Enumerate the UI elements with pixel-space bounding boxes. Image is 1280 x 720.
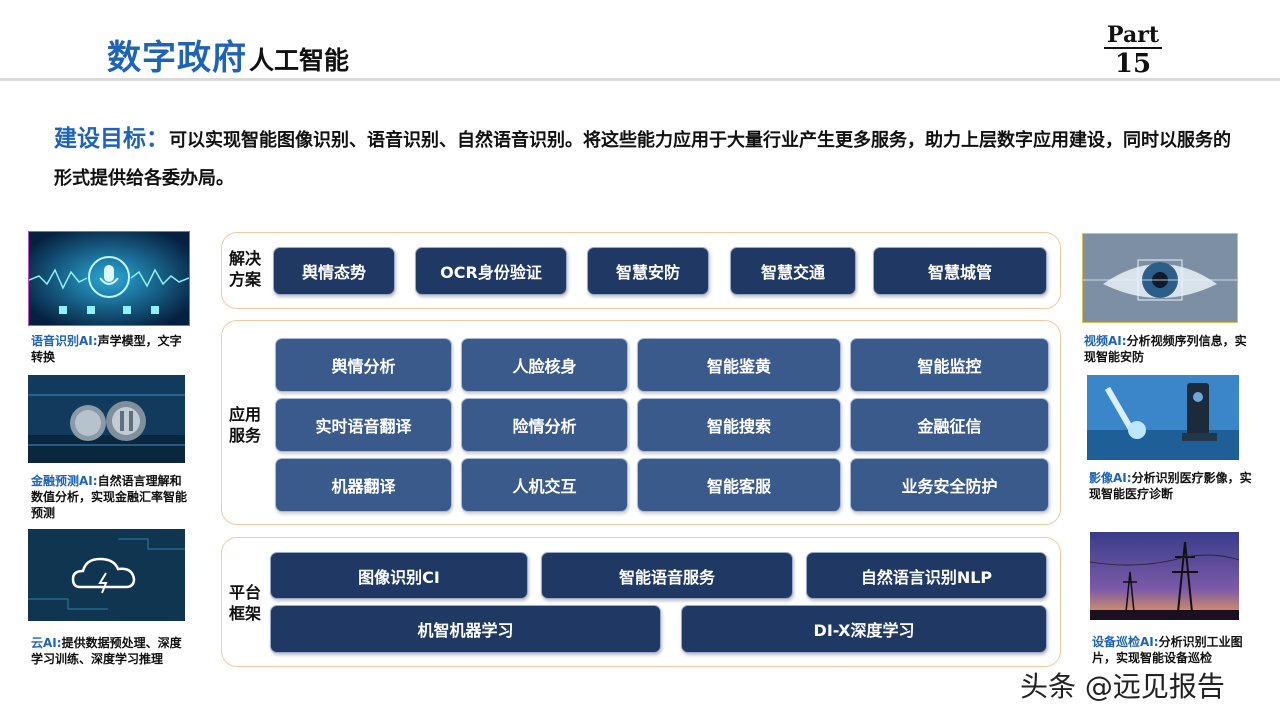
solution-box[interactable]: OCR身份验证 <box>415 247 567 295</box>
platform-box[interactable]: 自然语言识别NLP <box>806 552 1047 599</box>
platform-box[interactable]: DI-X深度学习 <box>681 605 1047 653</box>
solution-box[interactable]: 舆情态势 <box>273 247 395 295</box>
service-box[interactable]: 人机交互 <box>461 458 628 512</box>
service-box[interactable]: 实时语音翻译 <box>275 398 452 452</box>
finance-ai-image <box>28 375 185 463</box>
cloud-ai-caption: 云AI:提供数据预处理、深度学习训练、深度学习推理 <box>31 636 182 666</box>
inspection-ai-image <box>1090 532 1239 620</box>
service-box[interactable]: 人脸核身 <box>461 338 628 392</box>
solution-box[interactable]: 智慧交通 <box>730 247 856 295</box>
service-box[interactable]: 业务安全防护 <box>850 458 1049 512</box>
medical-ai-image <box>1087 375 1239 460</box>
service-box[interactable]: 智能监控 <box>850 338 1049 392</box>
goal-label: 建设目标： <box>54 126 169 152</box>
speech-ai-image <box>28 231 190 326</box>
part-word: Part <box>1107 22 1159 48</box>
platform-box[interactable]: 机智机器学习 <box>270 605 661 653</box>
header-divider <box>0 78 1280 81</box>
inspection-ai-caption: 设备巡检AI:分析识别工业图片，实现智能设备巡检 <box>1092 635 1243 665</box>
services-label: 应用服务 <box>229 405 262 445</box>
platform-label: 平台框架 <box>229 583 262 623</box>
platform-box[interactable]: 图像识别CI <box>270 552 528 599</box>
solution-box[interactable]: 智慧城管 <box>873 247 1047 295</box>
part-badge: Part 15 <box>1100 24 1166 77</box>
medical-ai-caption: 影像AI:分析识别医疗影像，实现智能医疗诊断 <box>1089 471 1252 501</box>
service-box[interactable]: 智能鉴黄 <box>637 338 841 392</box>
page-title: 数字政府 人工智能 <box>107 30 349 79</box>
cloud-ai-image <box>28 529 185 621</box>
platform-box[interactable]: 智能语音服务 <box>541 552 793 599</box>
service-box[interactable]: 金融征信 <box>850 398 1049 452</box>
watermark: 头条 @远见报告 <box>1020 670 1225 703</box>
service-box[interactable]: 险情分析 <box>461 398 628 452</box>
service-box[interactable]: 机器翻译 <box>275 458 452 512</box>
finance-ai-caption: 金融预测AI:自然语言理解和数值分析，实现金融汇率智能预测 <box>31 474 188 520</box>
solution-box[interactable]: 智慧安防 <box>587 247 709 295</box>
part-number: 15 <box>1114 49 1152 79</box>
title-sub: 人工智能 <box>249 46 350 75</box>
service-box[interactable]: 智能搜索 <box>637 398 841 452</box>
title-main: 数字政府 <box>107 38 247 78</box>
goal-text: 可以实现智能图像识别、语音识别、自然语音识别。将这些能力应用于大量行业产生更多服… <box>54 130 1231 189</box>
speech-ai-caption: 语音识别AI:声学模型，文字转换 <box>31 334 182 364</box>
construction-goal: 建设目标：可以实现智能图像识别、语音识别、自然语音识别。将这些能力应用于大量行业… <box>54 120 1244 198</box>
video-ai-caption: 视频AI:分析视频序列信息，实现智能安防 <box>1084 334 1247 364</box>
service-box[interactable]: 智能客服 <box>637 458 841 512</box>
video-ai-image <box>1082 233 1238 323</box>
solutions-label: 解决方案 <box>229 249 262 289</box>
service-box[interactable]: 舆情分析 <box>275 338 452 392</box>
